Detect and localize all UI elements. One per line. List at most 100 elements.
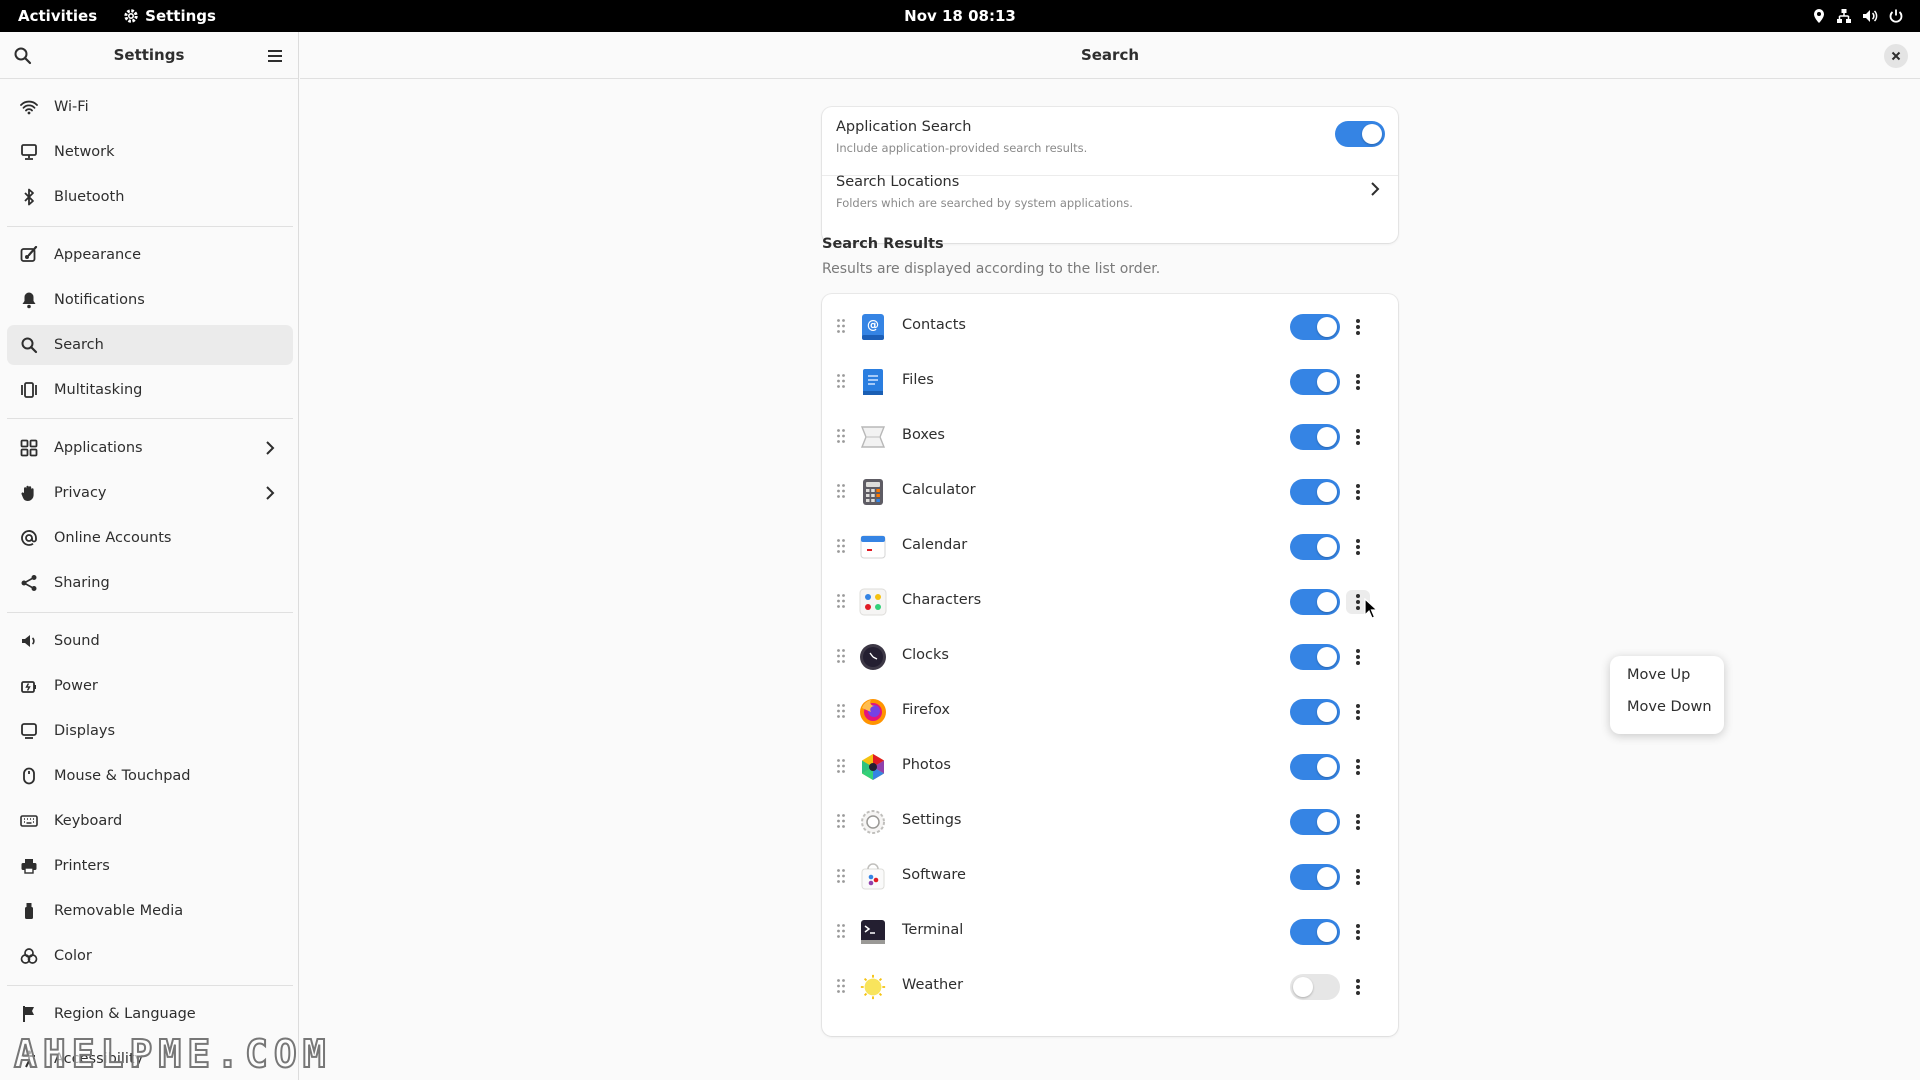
search-locations-row[interactable]: Search Locations Folders which are searc… [822, 162, 1398, 217]
activities-button[interactable]: Activities [0, 0, 115, 32]
result-switch-terminal[interactable] [1290, 919, 1340, 945]
result-menu-button-settings[interactable] [1346, 810, 1370, 834]
sidebar-item-appearance[interactable]: Appearance [7, 235, 293, 275]
sidebar-item-color[interactable]: Color [7, 936, 293, 976]
sidebar-item-printers[interactable]: Printers [7, 846, 293, 886]
sidebar-item-label: Keyboard [54, 813, 123, 829]
clock[interactable]: Nov 18 08:13 [904, 7, 1016, 25]
drag-handle[interactable] [836, 538, 846, 554]
sidebar-item-bluetooth[interactable]: Bluetooth [7, 177, 293, 217]
sidebar-item-privacy[interactable]: Privacy [7, 473, 293, 513]
sidebar-item-label: Privacy [54, 485, 107, 501]
sidebar-item-multitasking[interactable]: Multitasking [7, 370, 293, 410]
sidebar-item-keyboard[interactable]: Keyboard [7, 801, 293, 841]
sidebar-item-sound[interactable]: Sound [7, 621, 293, 661]
sidebar-item-notifications[interactable]: Notifications [7, 280, 293, 320]
result-name-photos: Photos [902, 757, 951, 773]
result-switch-contacts[interactable] [1290, 314, 1340, 340]
result-switch-calculator[interactable] [1290, 479, 1340, 505]
result-switch-files[interactable] [1290, 369, 1340, 395]
result-menu-button-weather[interactable] [1346, 975, 1370, 999]
search-result-row[interactable]: Calendar [822, 519, 1398, 574]
result-switch-settings[interactable] [1290, 809, 1340, 835]
result-menu-button-contacts[interactable] [1346, 315, 1370, 339]
network-wired-icon [1837, 9, 1851, 23]
sidebar-item-sharing[interactable]: Sharing [7, 563, 293, 603]
drag-handle[interactable] [836, 703, 846, 719]
sidebar-item-label: Sharing [54, 575, 110, 591]
move-down-item[interactable]: Move Down [1627, 699, 1712, 715]
applications-icon [20, 439, 38, 457]
result-menu-button-firefox[interactable] [1346, 700, 1370, 724]
system-tray[interactable] [1802, 0, 1914, 32]
drag-handle[interactable] [836, 483, 846, 499]
terminal-icon [859, 918, 887, 946]
result-menu-button-calculator[interactable] [1346, 480, 1370, 504]
power-icon [21, 681, 36, 693]
application-search-switch[interactable] [1335, 121, 1385, 147]
result-menu-button-files[interactable] [1346, 370, 1370, 394]
sidebar-item-displays[interactable]: Displays [7, 711, 293, 751]
sidebar-item-region-language[interactable]: Region & Language [7, 994, 293, 1034]
drag-handle[interactable] [836, 923, 846, 939]
drag-handle[interactable] [836, 758, 846, 774]
result-switch-firefox[interactable] [1290, 699, 1340, 725]
drag-handle[interactable] [836, 978, 846, 994]
result-switch-characters[interactable] [1290, 589, 1340, 615]
result-switch-software[interactable] [1290, 864, 1340, 890]
result-switch-weather[interactable] [1290, 974, 1340, 1000]
result-menu-button-boxes[interactable] [1346, 425, 1370, 449]
sidebar-item-mouse-touchpad[interactable]: Mouse & Touchpad [7, 756, 293, 796]
drag-handle[interactable] [836, 373, 846, 389]
result-menu-button-software[interactable] [1346, 865, 1370, 889]
kebab-menu-icon [1356, 869, 1360, 885]
close-button[interactable] [1884, 44, 1908, 68]
move-up-item[interactable]: Move Up [1627, 667, 1690, 683]
result-menu-button-calendar[interactable] [1346, 535, 1370, 559]
sidebar-item-network[interactable]: Network [7, 132, 293, 172]
result-switch-boxes[interactable] [1290, 424, 1340, 450]
result-switch-calendar[interactable] [1290, 534, 1340, 560]
main-menu-button[interactable] [264, 45, 286, 67]
search-result-row[interactable]: Photos [822, 739, 1398, 794]
sidebar-item-removable-media[interactable]: Removable Media [7, 891, 293, 931]
drag-handle[interactable] [836, 318, 846, 334]
search-result-row[interactable]: Terminal [822, 904, 1398, 959]
search-result-row[interactable]: Software [822, 849, 1398, 904]
result-switch-clocks[interactable] [1290, 644, 1340, 670]
search-result-row[interactable]: Clocks [822, 629, 1398, 684]
drag-handle[interactable] [836, 868, 846, 884]
search-result-row[interactable]: Firefox [822, 684, 1398, 739]
search-result-row[interactable]: Files [822, 354, 1398, 409]
sidebar-item-applications[interactable]: Applications [7, 428, 293, 468]
sidebar-item-label: Online Accounts [54, 530, 172, 546]
result-menu-button-clocks[interactable] [1346, 645, 1370, 669]
search-result-row[interactable]: Weather [822, 959, 1398, 1014]
search-result-row[interactable]: Characters [822, 574, 1398, 629]
result-menu-button-photos[interactable] [1346, 755, 1370, 779]
result-menu-button-terminal[interactable] [1346, 920, 1370, 944]
drag-handle[interactable] [836, 593, 846, 609]
app-menu-button[interactable]: Settings [115, 0, 224, 32]
page-title: Search [1080, 46, 1140, 64]
drag-handle-icon [837, 649, 845, 663]
search-button[interactable] [12, 45, 34, 67]
result-switch-photos[interactable] [1290, 754, 1340, 780]
at-icon [21, 530, 37, 546]
top-bar: Activities Settings Nov 18 08:13 [0, 0, 1920, 32]
close-icon [1891, 51, 1901, 61]
sidebar-item-search[interactable]: Search [7, 325, 293, 365]
sidebar-item-online-accounts[interactable]: Online Accounts [7, 518, 293, 558]
search-result-row[interactable]: Boxes [822, 409, 1398, 464]
application-search-row[interactable]: Application Search Include application-p… [822, 107, 1398, 162]
search-result-row[interactable]: Settings [822, 794, 1398, 849]
drag-handle[interactable] [836, 648, 846, 664]
sidebar-item-power[interactable]: Power [7, 666, 293, 706]
drag-handle[interactable] [836, 813, 846, 829]
application-search-title: Application Search [836, 119, 972, 135]
drag-handle[interactable] [836, 428, 846, 444]
search-result-row[interactable]: Calculator [822, 464, 1398, 519]
boxes-icon [859, 423, 887, 451]
sidebar-item-wifi[interactable]: Wi-Fi [7, 87, 293, 127]
search-result-row[interactable]: @ Contacts [822, 299, 1398, 354]
